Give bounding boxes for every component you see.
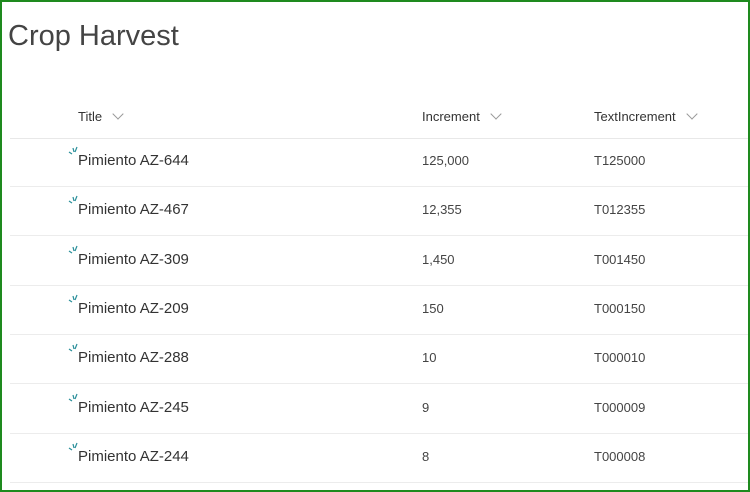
textincrement-value: T000008 [594,448,646,464]
new-item-icon [68,442,78,451]
item-title-link[interactable]: Pimiento AZ-467 [78,201,189,218]
new-item-icon [68,343,78,352]
increment-value: 10 [422,350,437,366]
column-header-row: Title Increment TextIncrement [10,102,748,139]
list-view: Crop Harvest Title Increment TextIncreme… [0,0,750,492]
increment-value: 8 [422,448,430,464]
textincrement-value: T125000 [594,153,646,168]
item-title-link[interactable]: Pimiento AZ-309 [78,251,189,268]
increment-value: 12,355 [422,202,462,218]
increment-value: 150 [422,300,444,316]
table-row[interactable]: Pimiento AZ-644 125,000 T125000 [10,137,748,187]
increment-value: 9 [422,399,430,415]
page-title: Crop Harvest [8,20,179,52]
new-item-icon [68,146,78,155]
increment-value: 125,000 [422,153,469,168]
item-title-link[interactable]: Pimiento AZ-288 [78,349,189,366]
chevron-down-icon [490,108,502,120]
textincrement-value: T000010 [594,350,646,366]
table-row[interactable]: Pimiento AZ-245 9 T000009 [10,384,748,434]
new-item-icon [68,393,78,401]
item-title-link[interactable]: Pimiento AZ-245 [78,399,189,416]
table-row[interactable]: Pimiento AZ-209 150 T000150 [10,285,748,335]
new-item-icon [68,294,78,303]
column-label: TextIncrement [594,109,676,124]
increment-value: 1,450 [422,251,455,267]
column-header-textincrement[interactable]: TextIncrement [594,108,698,124]
chevron-down-icon [685,108,698,120]
chevron-down-icon [112,108,124,120]
item-title-link[interactable]: Pimiento AZ-244 [78,448,189,465]
table-row[interactable]: Pimiento AZ-288 10 T000010 [10,334,748,385]
column-header-increment[interactable]: Increment [422,108,502,124]
item-title-link[interactable]: Pimiento AZ-209 [78,300,189,317]
new-item-icon [68,196,78,204]
table-row[interactable]: Pimiento AZ-244 8 T000008 [10,433,748,483]
textincrement-value: T001450 [594,251,646,267]
new-item-icon [68,245,78,254]
item-title-link[interactable]: Pimiento AZ-644 [78,152,189,169]
column-label: Title [78,109,103,124]
table-row[interactable]: Pimiento AZ-467 12,355 T012355 [10,186,748,237]
textincrement-value: T000009 [594,399,646,415]
textincrement-value: T000150 [594,300,646,316]
textincrement-value: T012355 [594,202,646,218]
table-row[interactable]: Pimiento AZ-309 1,450 T001450 [10,236,748,286]
column-header-title[interactable]: Title [78,108,124,124]
column-label: Increment [422,109,480,124]
